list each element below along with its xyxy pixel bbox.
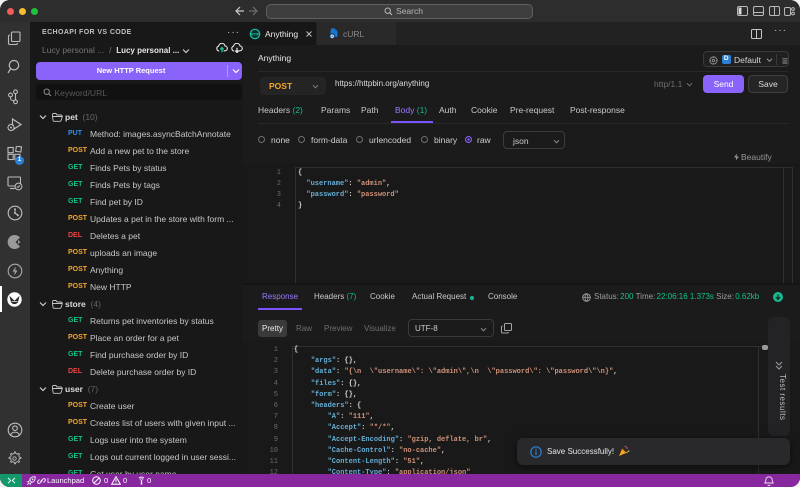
- svg-text:HTTP: HTTP: [251, 32, 260, 36]
